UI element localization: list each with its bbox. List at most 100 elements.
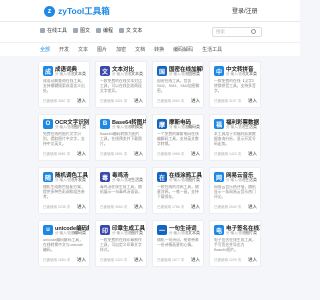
tool-card[interactable]: 摩摩斯电码分 输入/查看 编码类 一个免费的摩斯电码在线编解码工具，支持英文数字转换… (152, 114, 204, 161)
tool-description: 随机一句诗词，给你带来一份诗情画意的心情。 (157, 238, 199, 247)
category-tab[interactable]: 转换 (154, 46, 164, 53)
tool-type: 图片类 (131, 230, 143, 235)
tool-card[interactable]: 电电子签名在线工具分 输入/查看图片类电子签名在线生成工具，手写签名并导出为Ba… (209, 220, 261, 267)
tool-card[interactable]: 随随机调色工具分 输入/查看 开发类 随机生成颜色搭配方案，提供多种色彩调和组合参考… (38, 167, 90, 214)
tool-card[interactable]: B Base64转图片分 输入/查看 转换类 Base64编码转换为图片工具，在线预览… (95, 114, 147, 161)
book-icon: 成 (43, 66, 53, 76)
tool-card[interactable]: uunicode编码解码工具分 输入/查看编码类unicode编码解码工具，在线… (38, 220, 90, 267)
tool-card[interactable]: 在在线涂鸦工具分 输入/查看 图片类 一款在线的涂鸦工具，随意涂鸦，一笔一画，支持下… (152, 167, 204, 214)
sign-icon: 电 (214, 225, 224, 235)
tool-card[interactable]: 成成语词典分 输入/查看 文本类 成语词典查询在线工具，支持模糊搜索成语含义出处。已… (38, 61, 90, 108)
tool-card[interactable]: 印印章生成工具分 输入/查看 图片类 一款免费的在线印章制作工具，可自定义印章文字样… (95, 220, 147, 267)
tool-card[interactable]: 福福利彩票数据分 输入/查看 生活类 本工具用于对福利彩票数据查询分析，显示开奖号码… (209, 114, 261, 161)
category-tab[interactable]: 文档 (135, 46, 145, 53)
enter-link[interactable]: 进入 (248, 204, 257, 210)
tab-icon (40, 28, 45, 33)
tool-type: 图片类 (188, 177, 200, 182)
category-tab[interactable]: 编码解码 (173, 46, 193, 53)
tab-icon (119, 28, 125, 33)
tab-label: 文 文本 (126, 28, 143, 34)
logo-text: zyTool工具箱 (58, 6, 110, 16)
enter-link[interactable]: 进入 (134, 257, 143, 263)
tab-label: 图文 (80, 28, 91, 34)
tool-type: 编码类 (188, 124, 200, 129)
enter-link[interactable]: 进入 (248, 98, 257, 104)
poem-icon: 一 (157, 225, 167, 235)
usage-count: 已被使用 2654 次 (157, 99, 185, 103)
tool-type: 生活类 (131, 177, 143, 182)
search-icon[interactable] (251, 29, 256, 34)
tool-card[interactable]: 中中文转拼音分 输入/查看 文本类 一款免费的在线【汉字】转换拼音工具，支持多音字。… (209, 61, 261, 108)
tool-type: 图片类 (74, 124, 86, 129)
morse-icon: 摩 (157, 119, 167, 129)
tool-description: unicode编码解码工具，在线转换中文与unicode编码。 (43, 238, 83, 252)
nav-tab[interactable]: 图文 (73, 27, 90, 34)
enter-link[interactable]: 进入 (77, 98, 86, 104)
tool-type: 开发类 (74, 177, 86, 182)
tool-card[interactable]: 一一句生诗词分 输入/查看 文本类 随机一句诗词，给你带来一份诗情画意的心情。 已被使… (152, 220, 204, 267)
category-tab[interactable]: 全部 (40, 46, 50, 53)
tool-meta: 分 输入/查看 (112, 178, 132, 182)
enter-link[interactable]: 进入 (191, 257, 200, 263)
brush-icon: 在 (157, 172, 167, 182)
lock-icon: 国 (157, 66, 167, 76)
tool-meta: 分 输入/查看 (55, 231, 75, 235)
tool-meta: 分 输入/查看 (169, 72, 189, 76)
tool-description: 一款在线的涂鸦工具，随意涂鸦，一笔一画，支持下载保存。 (157, 185, 199, 199)
category-tab[interactable]: 开发 (59, 46, 69, 53)
usage-count: 已被使用 1209 次 (214, 258, 242, 262)
usage-count: 已被使用 3567 次 (43, 99, 71, 103)
enter-link[interactable]: 进入 (191, 151, 200, 157)
usage-count: 已被使用 2235 次 (43, 205, 71, 209)
tool-meta: 分 输入/查看 (226, 125, 246, 129)
palette-icon: 随 (43, 172, 53, 182)
tool-meta: 分 输入/查看 (226, 178, 246, 182)
usage-count: 已被使用 3064 次 (100, 205, 128, 209)
tool-type: 图片类 (245, 230, 257, 235)
unicode-icon: u (43, 225, 53, 235)
nav-tab[interactable]: 在线工具 (40, 27, 67, 34)
enter-link[interactable]: 进入 (248, 257, 257, 263)
tool-card[interactable]: O OCR文字识别分 输入/查看 图片类 免费在线的图片文字识别，提取图片中文字，支持… (38, 114, 90, 161)
ocr-icon: O (43, 119, 53, 129)
compare-icon: 文 (100, 66, 110, 76)
tool-type: 文本类 (74, 71, 86, 76)
enter-link[interactable]: 进入 (77, 151, 86, 157)
site-logo[interactable]: z zyTool工具箱 (44, 5, 110, 17)
usage-count: 已被使用 1322 次 (100, 258, 128, 262)
tool-type: 编码类 (74, 230, 86, 235)
tool-card[interactable]: 文文本对比分 输入/查看 文本类 一款免费的在线文本对比工具，可以在线比较两段文字差… (95, 61, 147, 108)
enter-link[interactable]: 进入 (191, 204, 200, 210)
lottery-icon: 福 (214, 119, 224, 129)
login-link[interactable]: 登录/注册 (232, 6, 258, 15)
enter-link[interactable]: 进入 (191, 98, 200, 104)
usage-count: 已被使用 2540 次 (214, 205, 242, 209)
usage-count: 已被使用 1423 次 (214, 152, 242, 156)
enter-link[interactable]: 进入 (134, 204, 143, 210)
tool-meta: 分 输入/查看 (226, 231, 246, 235)
tool-card[interactable]: 网网易云音乐分 输入/查看 生活类 网易云音乐热评墙，随机显示一条网易云音乐热门评论… (209, 167, 261, 214)
tool-type: 文本类 (245, 71, 257, 76)
nav-tab[interactable]: 编程 (96, 27, 113, 34)
usage-count: 已被使用 1968 次 (157, 152, 185, 156)
tool-type: 转换类 (131, 124, 143, 129)
usage-count: 已被使用 4321 次 (100, 99, 128, 103)
tool-card[interactable]: 国国密在线加解密分 输入/查看 加密类 国密在线工具，包含SM2、SM3、SM4加密… (152, 61, 204, 108)
category-tab[interactable]: 加密 (116, 46, 126, 53)
enter-link[interactable]: 进入 (134, 98, 143, 104)
tool-card[interactable]: 毒毒鸡汤分 输入/查看 生活类 毒鸡汤在线生成工具，随机展示一句毒鸡汤语录。 已被使用… (95, 167, 147, 214)
music-icon: 网 (214, 172, 224, 182)
tool-meta: 分 输入/查看 (169, 231, 189, 235)
tool-grid: 成成语词典分 输入/查看 文本类 成语词典查询在线工具，支持模糊搜索成语含义出处。已… (38, 61, 262, 267)
tool-meta: 分 输入/查看 (169, 125, 189, 129)
nav-tab[interactable]: 文 文本 (119, 27, 142, 34)
category-tab[interactable]: 文本 (78, 46, 88, 53)
enter-link[interactable]: 进入 (248, 151, 257, 157)
category-tab[interactable]: 图片 (97, 46, 107, 53)
enter-link[interactable]: 进入 (134, 151, 143, 157)
tab-label: 编程 (103, 28, 114, 34)
category-tab[interactable]: 生活工具 (202, 46, 222, 53)
enter-link[interactable]: 进入 (77, 257, 86, 263)
enter-link[interactable]: 进入 (77, 204, 86, 210)
tool-description: 网易云音乐热评墙，随机显示一条网易云音乐热门评论。 (214, 185, 256, 199)
